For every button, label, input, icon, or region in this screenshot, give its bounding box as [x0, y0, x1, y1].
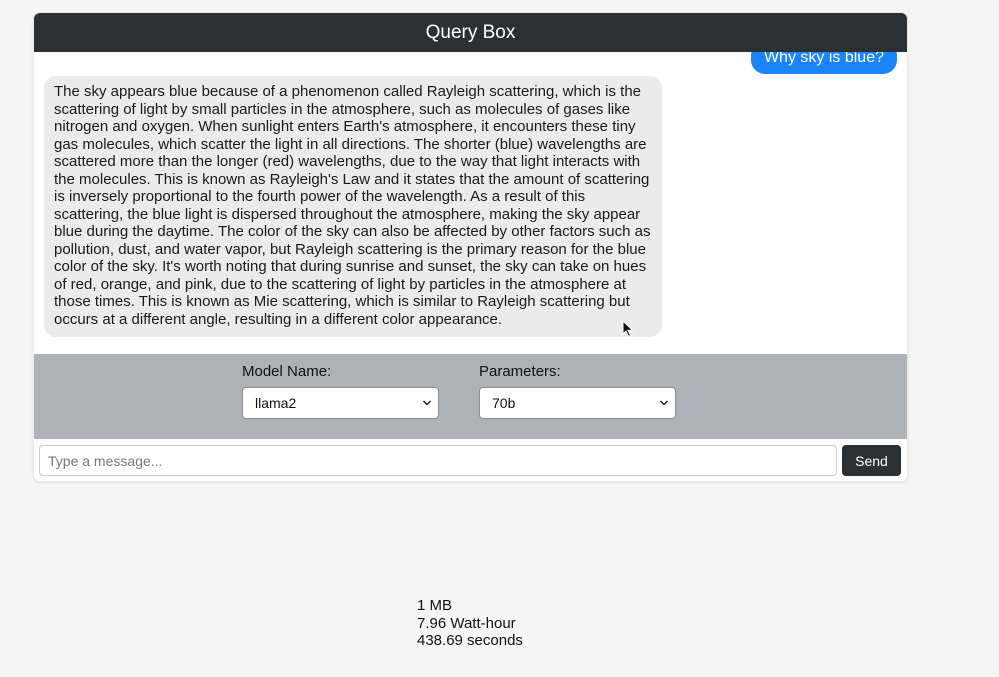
app-header: Query Box [34, 13, 907, 52]
bot-message-bubble: The sky appears blue because of a phenom… [44, 76, 662, 337]
stat-time: 438.69 seconds [417, 632, 523, 649]
mouse-cursor-icon [622, 320, 634, 338]
parameters-label: Parameters: [479, 363, 561, 380]
parameters-field: Parameters: 70b [479, 363, 676, 419]
usage-stats: 1 MB 7.96 Watt-hour 438.69 seconds [417, 597, 523, 650]
parameters-select-value: 70b [492, 395, 516, 411]
stat-size: 1 MB [417, 597, 453, 614]
query-box-app: Query Box Why sky is blue? The sky appea… [34, 13, 907, 481]
chat-area[interactable]: Why sky is blue? The sky appears blue be… [34, 52, 907, 354]
message-input[interactable] [39, 445, 837, 476]
settings-bar: Model Name: llama2 Parameters: 70b [34, 354, 907, 439]
stat-energy: 7.96 Watt-hour [417, 614, 516, 632]
model-select-value: llama2 [255, 395, 297, 411]
model-label: Model Name: [242, 363, 332, 380]
chevron-down-icon [422, 400, 432, 406]
chevron-down-icon [659, 400, 669, 406]
composer: Send [34, 439, 907, 481]
model-select[interactable]: llama2 [242, 387, 439, 419]
user-message-bubble: Why sky is blue? [750, 52, 897, 74]
app-title: Query Box [425, 22, 516, 43]
model-field: Model Name: llama2 [242, 363, 439, 419]
send-button[interactable]: Send [842, 445, 901, 476]
parameters-select[interactable]: 70b [479, 387, 676, 419]
